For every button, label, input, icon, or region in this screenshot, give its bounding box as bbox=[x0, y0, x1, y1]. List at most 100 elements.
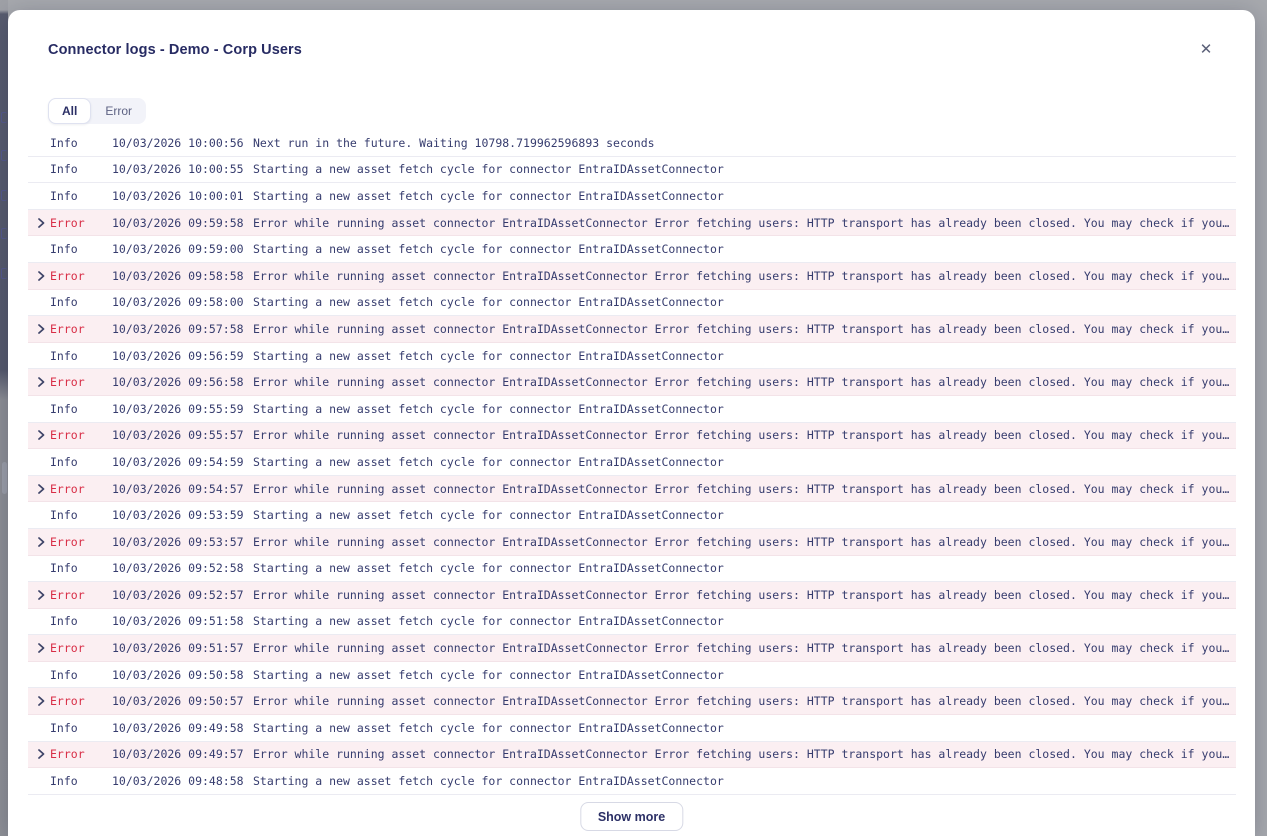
chevron-right-icon[interactable] bbox=[28, 324, 50, 334]
chevron-right-icon[interactable] bbox=[28, 749, 50, 759]
log-level: Error bbox=[50, 588, 112, 602]
log-level: Info bbox=[50, 774, 112, 788]
log-row[interactable]: Info 10/03/2026 09:58:00 Starting a new … bbox=[28, 290, 1236, 317]
log-row[interactable]: Error 10/03/2026 09:56:58 Error while ru… bbox=[28, 369, 1236, 396]
log-message: Starting a new asset fetch cycle for con… bbox=[253, 242, 1236, 256]
background-sidebar-icon bbox=[1, 228, 7, 239]
chevron-right-icon[interactable] bbox=[28, 643, 50, 653]
log-row[interactable]: Error 10/03/2026 09:53:57 Error while ru… bbox=[28, 529, 1236, 556]
log-message: Starting a new asset fetch cycle for con… bbox=[253, 162, 1236, 176]
log-level: Error bbox=[50, 375, 112, 389]
chevron-right-icon[interactable] bbox=[28, 218, 50, 228]
log-row[interactable]: Info 10/03/2026 09:50:58 Starting a new … bbox=[28, 662, 1236, 689]
log-timestamp: 10/03/2026 09:49:57 bbox=[112, 747, 253, 761]
log-row[interactable]: Error 10/03/2026 09:49:57 Error while ru… bbox=[28, 742, 1236, 769]
log-timestamp: 10/03/2026 09:51:58 bbox=[112, 614, 253, 628]
background-sidebar bbox=[0, 0, 8, 836]
background-scrollbar bbox=[2, 462, 7, 494]
log-message: Starting a new asset fetch cycle for con… bbox=[253, 295, 1236, 309]
log-message: Starting a new asset fetch cycle for con… bbox=[253, 455, 1236, 469]
close-icon[interactable]: ✕ bbox=[1194, 38, 1218, 62]
log-timestamp: 10/03/2026 09:55:57 bbox=[112, 428, 253, 442]
chevron-right-icon[interactable] bbox=[28, 484, 50, 494]
log-level: Error bbox=[50, 535, 112, 549]
log-level: Error bbox=[50, 216, 112, 230]
log-level: Error bbox=[50, 482, 112, 496]
log-row[interactable]: Info 10/03/2026 09:55:59 Starting a new … bbox=[28, 396, 1236, 423]
log-message: Next run in the future. Waiting 10798.71… bbox=[253, 136, 1236, 150]
log-row[interactable]: Info 10/03/2026 09:56:59 Starting a new … bbox=[28, 343, 1236, 370]
log-level: Error bbox=[50, 428, 112, 442]
log-message: Starting a new asset fetch cycle for con… bbox=[253, 402, 1236, 416]
log-row[interactable]: Error 10/03/2026 09:57:58 Error while ru… bbox=[28, 316, 1236, 343]
log-message: Starting a new asset fetch cycle for con… bbox=[253, 349, 1236, 363]
log-timestamp: 10/03/2026 09:56:59 bbox=[112, 349, 253, 363]
log-row[interactable]: Info 10/03/2026 09:51:58 Starting a new … bbox=[28, 609, 1236, 636]
background-sidebar-icon bbox=[1, 190, 7, 201]
log-level: Error bbox=[50, 747, 112, 761]
log-timestamp: 10/03/2026 09:57:58 bbox=[112, 322, 253, 336]
log-level: Error bbox=[50, 641, 112, 655]
log-timestamp: 10/03/2026 09:52:57 bbox=[112, 588, 253, 602]
chevron-right-icon[interactable] bbox=[28, 590, 50, 600]
log-message: Error while running asset connector Entr… bbox=[253, 482, 1236, 496]
log-timestamp: 10/03/2026 09:58:00 bbox=[112, 295, 253, 309]
tab-all[interactable]: All bbox=[48, 98, 91, 124]
log-message: Starting a new asset fetch cycle for con… bbox=[253, 508, 1236, 522]
log-timestamp: 10/03/2026 09:50:58 bbox=[112, 668, 253, 682]
log-row[interactable]: Info 10/03/2026 09:53:59 Starting a new … bbox=[28, 502, 1236, 529]
chevron-right-icon[interactable] bbox=[28, 271, 50, 281]
log-level: Info bbox=[50, 242, 112, 256]
background-sidebar-icon bbox=[1, 268, 7, 279]
log-message: Starting a new asset fetch cycle for con… bbox=[253, 668, 1236, 682]
log-level: Info bbox=[50, 349, 112, 363]
show-more-button[interactable]: Show more bbox=[580, 802, 683, 831]
log-row[interactable]: Info 10/03/2026 09:48:58 Starting a new … bbox=[28, 768, 1236, 795]
log-level: Error bbox=[50, 694, 112, 708]
log-message: Error while running asset connector Entr… bbox=[253, 375, 1236, 389]
log-row[interactable]: Error 10/03/2026 09:52:57 Error while ru… bbox=[28, 582, 1236, 609]
log-level: Info bbox=[50, 721, 112, 735]
log-row[interactable]: Info 10/03/2026 10:00:56 Next run in the… bbox=[28, 130, 1236, 157]
log-timestamp: 10/03/2026 09:53:57 bbox=[112, 535, 253, 549]
log-message: Error while running asset connector Entr… bbox=[253, 747, 1236, 761]
log-table: Info 10/03/2026 10:00:56 Next run in the… bbox=[28, 130, 1236, 795]
log-level: Info bbox=[50, 136, 112, 150]
log-timestamp: 10/03/2026 09:59:58 bbox=[112, 216, 253, 230]
log-level: Error bbox=[50, 322, 112, 336]
log-level: Info bbox=[50, 455, 112, 469]
log-row[interactable]: Info 10/03/2026 10:00:01 Starting a new … bbox=[28, 183, 1236, 210]
log-row[interactable]: Info 10/03/2026 09:54:59 Starting a new … bbox=[28, 449, 1236, 476]
log-row[interactable]: Info 10/03/2026 10:00:55 Starting a new … bbox=[28, 157, 1236, 184]
chevron-right-icon[interactable] bbox=[28, 430, 50, 440]
log-row[interactable]: Error 10/03/2026 09:59:58 Error while ru… bbox=[28, 210, 1236, 237]
chevron-right-icon[interactable] bbox=[28, 377, 50, 387]
log-row[interactable]: Info 10/03/2026 09:59:00 Starting a new … bbox=[28, 236, 1236, 263]
log-timestamp: 10/03/2026 10:00:55 bbox=[112, 162, 253, 176]
log-filter-tabs: All Error bbox=[48, 98, 146, 124]
log-timestamp: 10/03/2026 10:00:56 bbox=[112, 136, 253, 150]
log-message: Error while running asset connector Entr… bbox=[253, 694, 1236, 708]
log-row[interactable]: Error 10/03/2026 09:54:57 Error while ru… bbox=[28, 476, 1236, 503]
connector-logs-modal: Connector logs - Demo - Corp Users ✕ All… bbox=[8, 10, 1255, 836]
log-timestamp: 10/03/2026 10:00:01 bbox=[112, 189, 253, 203]
chevron-right-icon[interactable] bbox=[28, 537, 50, 547]
log-level: Info bbox=[50, 402, 112, 416]
log-message: Error while running asset connector Entr… bbox=[253, 322, 1236, 336]
log-level: Info bbox=[50, 614, 112, 628]
log-row[interactable]: Error 10/03/2026 09:51:57 Error while ru… bbox=[28, 635, 1236, 662]
log-row[interactable]: Error 10/03/2026 09:50:57 Error while ru… bbox=[28, 688, 1236, 715]
log-timestamp: 10/03/2026 09:54:59 bbox=[112, 455, 253, 469]
log-row[interactable]: Info 10/03/2026 09:49:58 Starting a new … bbox=[28, 715, 1236, 742]
log-timestamp: 10/03/2026 09:50:57 bbox=[112, 694, 253, 708]
chevron-right-icon[interactable] bbox=[28, 696, 50, 706]
log-row[interactable]: Error 10/03/2026 09:55:57 Error while ru… bbox=[28, 423, 1236, 450]
tab-error[interactable]: Error bbox=[91, 98, 146, 124]
log-timestamp: 10/03/2026 09:48:58 bbox=[112, 774, 253, 788]
log-message: Starting a new asset fetch cycle for con… bbox=[253, 721, 1236, 735]
log-row[interactable]: Error 10/03/2026 09:58:58 Error while ru… bbox=[28, 263, 1236, 290]
log-row[interactable]: Info 10/03/2026 09:52:58 Starting a new … bbox=[28, 556, 1236, 583]
log-level: Info bbox=[50, 668, 112, 682]
log-message: Error while running asset connector Entr… bbox=[253, 428, 1236, 442]
log-timestamp: 10/03/2026 09:51:57 bbox=[112, 641, 253, 655]
